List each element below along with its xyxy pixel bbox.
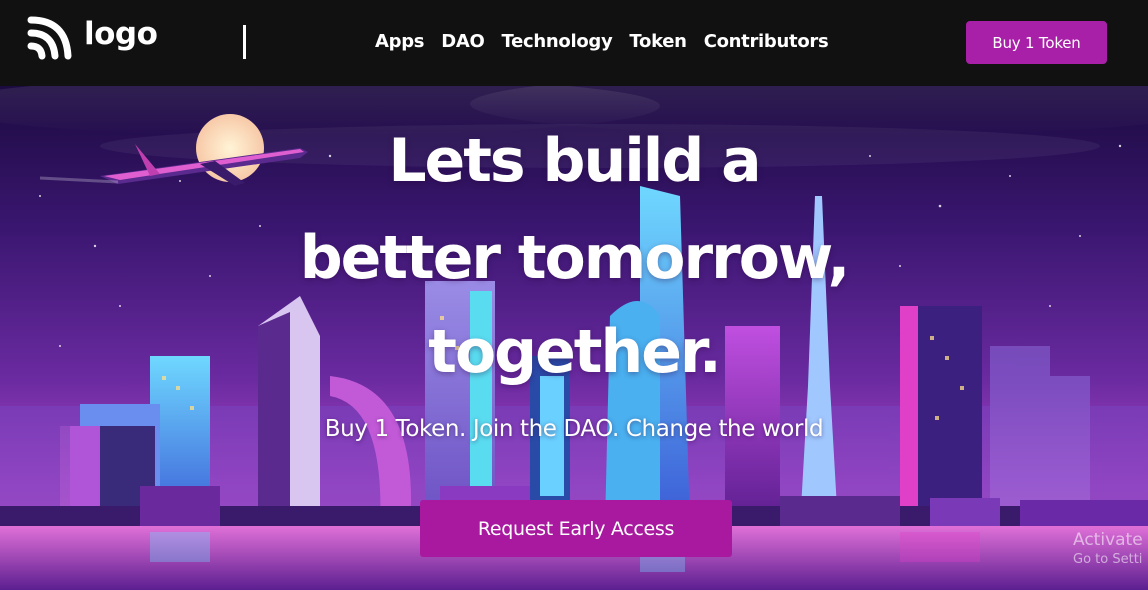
nav-dao[interactable]: DAO xyxy=(441,30,485,54)
buy-token-button[interactable]: Buy 1 Token xyxy=(966,21,1107,64)
nav-apps[interactable]: Apps xyxy=(375,30,425,54)
watermark-line2: Go to Setti xyxy=(1073,552,1143,567)
site-header: logo Apps DAO Technology Token Contribut… xyxy=(0,0,1148,86)
hero-headline-line1: Lets build a xyxy=(388,126,761,196)
header-divider xyxy=(243,25,246,59)
logo[interactable]: logo xyxy=(26,16,158,60)
request-early-access-button[interactable]: Request Early Access xyxy=(420,500,732,557)
main-nav: Apps DAO Technology Token Contributors xyxy=(375,30,845,54)
logo-text: logo xyxy=(84,16,158,52)
watermark-line1: Activate xyxy=(1073,530,1143,550)
nav-contributors[interactable]: Contributors xyxy=(704,30,829,54)
nav-token[interactable]: Token xyxy=(629,30,687,54)
hero-headline-line2: better tomorrow, xyxy=(299,223,851,293)
nav-technology[interactable]: Technology xyxy=(502,30,613,54)
activate-watermark: Activate Go to Setti xyxy=(1073,530,1143,567)
hero-headline-line3: together. xyxy=(428,317,721,387)
hero-section: Lets build a better tomorrow, together. … xyxy=(0,86,1148,590)
hero-subtitle: Buy 1 Token. Join the DAO. Change the wo… xyxy=(324,416,824,442)
wifi-feed-icon xyxy=(27,16,72,60)
